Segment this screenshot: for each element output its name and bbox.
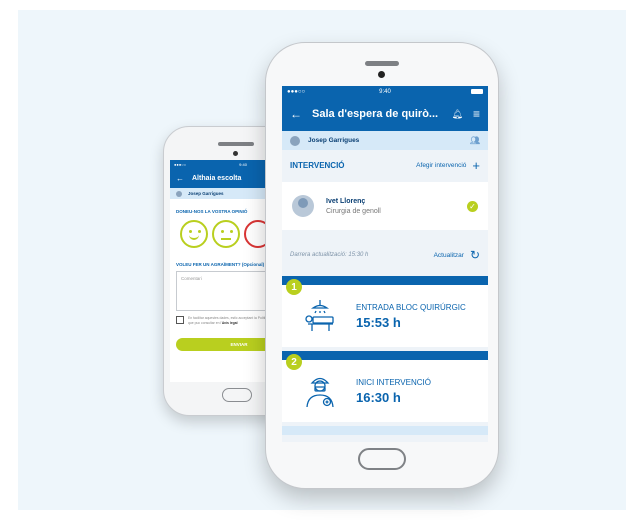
speaker-grille (218, 142, 254, 146)
step-text: ENTRADA BLOC QUIRÚRGIC 15:53 h (356, 303, 466, 330)
patient-info: Ivet Llorenç Cirurgia de genoll (326, 198, 381, 215)
step-name: ENTRADA BLOC QUIRÚRGIC (356, 302, 466, 312)
home-button[interactable] (358, 448, 406, 470)
operating-room-icon (305, 300, 334, 331)
page-title: Sala d'espera de quirò... (312, 108, 439, 120)
patient-procedure: Cirurgia de genoll (326, 207, 381, 215)
last-update-text: Darrera actualització: 15:30 h (290, 252, 369, 258)
step-divider (282, 426, 488, 435)
step-divider (282, 351, 488, 360)
user-bar: Josep Garrigues 👥︎ (282, 131, 488, 150)
back-arrow-icon[interactable]: ← (176, 174, 184, 183)
add-intervention-link[interactable]: Afegir intervenció (416, 162, 466, 169)
home-button[interactable] (222, 388, 252, 402)
step-divider (282, 276, 488, 285)
update-bar: Darrera actualització: 15:30 h Actualitz… (282, 234, 488, 276)
front-phone-screen: ●●●○○ 9:40 ← Sala d'espera de quirò... 🔔… (282, 86, 488, 442)
front-camera (378, 71, 385, 78)
neutral-face-icon[interactable] (212, 220, 240, 248)
group-icon[interactable]: 👥︎ (470, 136, 480, 145)
happy-face-icon[interactable] (180, 220, 208, 248)
page-title: Althaia escolta (192, 174, 242, 182)
step-text: INICI INTERVENCIÓ 16:30 h (356, 378, 431, 405)
step-name: INICI INTERVENCIÓ (356, 377, 431, 387)
step-number: 2 (286, 354, 302, 370)
user-name: Josep Garrigues (188, 191, 224, 196)
carrier-signal: ●●●○○ (174, 161, 187, 167)
patient-name: Ivet Llorenç (326, 197, 366, 205)
user-icon (176, 190, 182, 197)
back-arrow-icon[interactable]: ← (290, 107, 302, 121)
check-icon: ✓ (467, 200, 478, 212)
consent-checkbox[interactable] (176, 316, 184, 324)
bell-icon[interactable]: 🔔︎ (452, 109, 463, 120)
user-icon (290, 135, 300, 146)
user-name: Josep Garrigues (308, 137, 360, 144)
step-time: 15:53 h (356, 314, 401, 330)
menu-icon[interactable]: ≡ (473, 107, 480, 121)
speaker-grille (365, 61, 399, 66)
refresh-link[interactable]: Actualitzar (434, 252, 464, 259)
step-card-2: 2 INICI INTERVENCIÓ 16:30 h (282, 354, 488, 422)
step-card-1: 1 ENTRADA BLOC QUIRÚRGIC 15:53 h (282, 279, 488, 347)
status-bar: ●●●○○ 9:40 (282, 86, 488, 97)
patient-card[interactable]: Ivet Llorenç Cirurgia de genoll ✓ (282, 182, 488, 230)
app-header: ← Sala d'espera de quirò... 🔔︎ ≡ (282, 97, 488, 131)
front-camera (233, 151, 238, 156)
plus-icon[interactable]: + (472, 158, 480, 173)
legal-link[interactable]: Avís legal (222, 321, 238, 325)
status-time: 9:40 (239, 161, 247, 167)
refresh-icon[interactable]: ↻ (470, 248, 480, 262)
patient-avatar (292, 195, 314, 217)
step-time: 16:30 h (356, 389, 401, 405)
front-phone: ●●●○○ 9:40 ← Sala d'espera de quirò... 🔔… (265, 42, 499, 489)
intervention-section: INTERVENCIÓ Afegir intervenció + (282, 150, 488, 180)
surgeon-icon (306, 377, 334, 408)
intervention-label: INTERVENCIÓ (290, 160, 345, 170)
status-time: 9:40 (379, 88, 391, 95)
step-number: 1 (286, 279, 302, 295)
